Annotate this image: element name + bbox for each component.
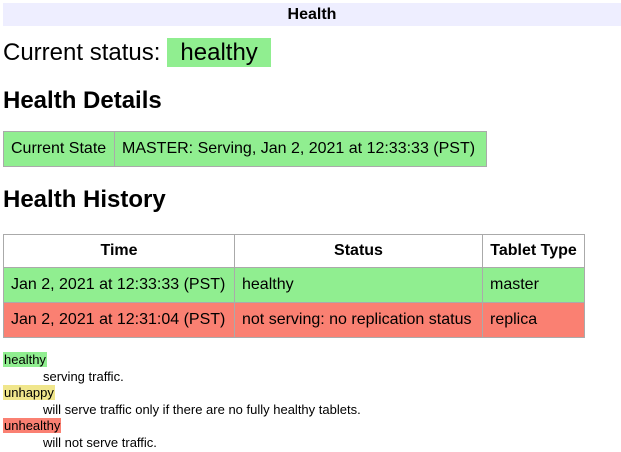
health-details-table: Current State MASTER: Serving, Jan 2, 20… <box>3 131 487 167</box>
history-column-status: Status <box>235 235 483 268</box>
history-column-time: Time <box>4 235 235 268</box>
legend: healthy serving traffic. unhappy will se… <box>3 352 621 452</box>
history-row: Jan 2, 2021 at 12:31:04 (PST) not servin… <box>4 303 585 338</box>
legend-term-badge: unhappy <box>3 385 55 400</box>
current-state-value-cell: MASTER: Serving, Jan 2, 2021 at 12:33:33… <box>115 132 487 167</box>
history-header-row: Time Status Tablet Type <box>4 235 585 268</box>
current-status-line: Current status: healthy <box>3 38 621 68</box>
history-status-cell: healthy <box>235 268 483 303</box>
current-state-row: Current State MASTER: Serving, Jan 2, 20… <box>4 132 487 167</box>
history-time-cell: Jan 2, 2021 at 12:31:04 (PST) <box>4 303 235 338</box>
page-header: Health <box>3 3 621 26</box>
history-tablet-type-cell: replica <box>483 303 585 338</box>
legend-description: serving traffic. <box>43 369 621 386</box>
page-title: Health <box>288 6 337 23</box>
history-tablet-type-cell: master <box>483 268 585 303</box>
history-status-cell: not serving: no replication status <box>235 303 483 338</box>
legend-description: will not serve traffic. <box>43 435 621 452</box>
legend-description: will serve traffic only if there are no … <box>43 402 621 419</box>
current-status-label: Current status: <box>3 39 160 66</box>
health-history-table: Time Status Tablet Type Jan 2, 2021 at 1… <box>3 234 585 338</box>
current-status-badge: healthy <box>167 38 270 67</box>
health-details-heading: Health Details <box>3 88 621 114</box>
history-time-cell: Jan 2, 2021 at 12:33:33 (PST) <box>4 268 235 303</box>
legend-term-badge: healthy <box>3 352 47 367</box>
legend-term: unhappy <box>3 385 621 402</box>
history-row: Jan 2, 2021 at 12:33:33 (PST) healthy ma… <box>4 268 585 303</box>
legend-term: unhealthy <box>3 418 621 435</box>
health-history-heading: Health History <box>3 187 621 213</box>
history-column-tablet-type: Tablet Type <box>483 235 585 268</box>
current-state-label-cell: Current State <box>4 132 115 167</box>
legend-term: healthy <box>3 352 621 369</box>
legend-term-badge: unhealthy <box>3 418 61 433</box>
